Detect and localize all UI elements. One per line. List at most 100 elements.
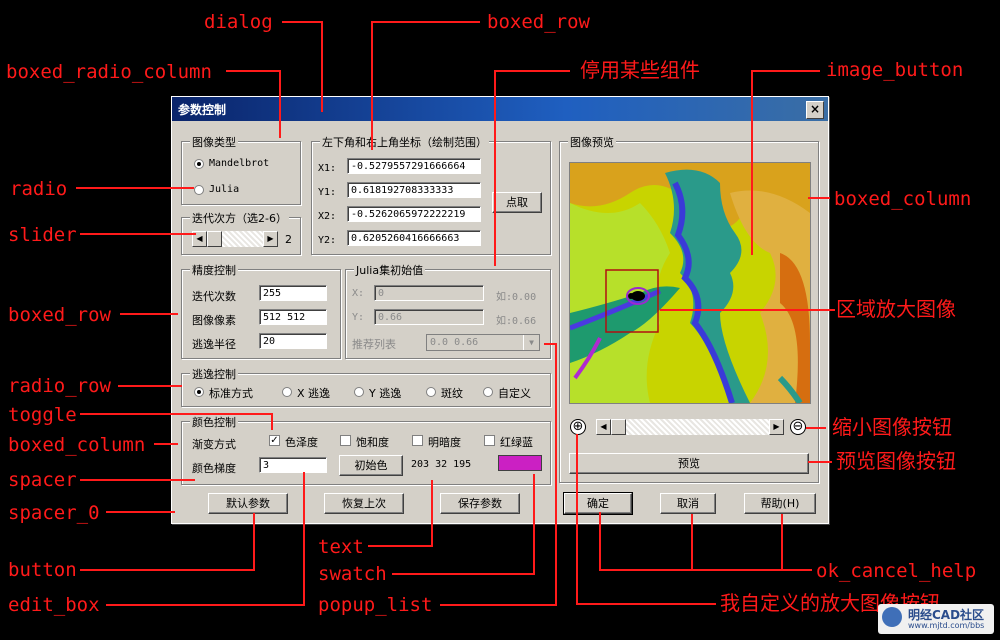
julia-y-input[interactable]: 0.66 [374, 309, 484, 325]
initial-color-button[interactable]: 初始色 [339, 455, 403, 476]
label-edit-box: edit_box [8, 594, 100, 616]
default-params-button[interactable]: 默认参数 [208, 493, 288, 514]
recommend-list-popup[interactable]: 0.0 0.66 ▼ [426, 334, 540, 351]
label-image-button: image_button [826, 59, 964, 81]
rgb-value-text: 203 32 195 [411, 459, 472, 470]
label-radio: radio [10, 178, 68, 200]
radio-stripe[interactable] [426, 387, 436, 397]
radio-custom[interactable] [483, 387, 493, 397]
radio-mandelbrot[interactable] [194, 159, 204, 169]
iteration-power-caption: 迭代次方（选2-6） [190, 210, 289, 226]
label-boxed-column-left: boxed_column [8, 434, 146, 456]
slider-left-arrow-icon[interactable]: ◀ [192, 231, 207, 247]
radio-julia-label: Julia [209, 184, 240, 195]
iteration-power-value: 2 [285, 233, 292, 246]
radio-standard[interactable] [194, 387, 204, 397]
color-swatch[interactable] [498, 455, 542, 471]
radio-julia[interactable] [194, 185, 204, 195]
gradient-step-input[interactable]: 3 [259, 457, 327, 473]
x2-input[interactable]: -0.5262065972222219 [347, 206, 481, 222]
julia-y-label: Y: [352, 312, 365, 323]
recommend-list-value: 0.0 0.66 [430, 337, 479, 348]
recommend-list-label: 推荐列表 [352, 338, 396, 351]
rgb-checkbox[interactable] [484, 435, 495, 446]
y1-label: Y1: [318, 187, 337, 198]
slider-thumb[interactable] [207, 231, 222, 247]
logo-badge-icon [882, 607, 902, 627]
label-button: button [8, 559, 77, 581]
preview-scrollbar[interactable]: ◀ ▶ [596, 419, 784, 435]
brightness-checkbox[interactable] [412, 435, 423, 446]
mandelbrot-image [570, 163, 810, 403]
julia-x-input[interactable]: 0 [374, 285, 484, 301]
dropdown-arrow-icon[interactable]: ▼ [523, 335, 539, 350]
radio-y-escape-label: Y 逃逸 [369, 387, 402, 400]
zoom-in-icon[interactable]: ⊕ [570, 419, 586, 435]
image-type-caption: 图像类型 [190, 134, 238, 150]
label-swatch: swatch [318, 563, 387, 585]
pixels-label: 图像像素 [192, 314, 236, 327]
saturation-label: 饱和度 [356, 436, 389, 449]
label-boxed-row-top: boxed_row [487, 11, 590, 33]
scroll-left-arrow-icon[interactable]: ◀ [596, 419, 611, 435]
radio-y-escape[interactable] [354, 387, 364, 397]
julia-y-hint: 如:0.66 [496, 316, 537, 327]
y2-input[interactable]: 0.6205260416666663 [347, 230, 481, 246]
brightness-label: 明暗度 [428, 436, 461, 449]
scroll-thumb[interactable] [611, 419, 626, 435]
help-button[interactable]: 帮助(H) [744, 493, 816, 514]
label-ok-cancel-help: ok_cancel_help [816, 560, 977, 582]
mjtd-logo: 明经CAD社区 www.mjtd.com/bbs [878, 604, 994, 634]
fractal-preview-image-button[interactable] [569, 162, 811, 404]
label-boxed-row-left: boxed_row [8, 304, 111, 326]
slider-right-arrow-icon[interactable]: ▶ [263, 231, 278, 247]
label-disable-some: 停用某些组件 [580, 58, 700, 82]
hue-checkbox[interactable]: ✓ [269, 435, 280, 446]
pixels-input[interactable]: 512 512 [259, 309, 327, 325]
save-params-button[interactable]: 保存参数 [440, 493, 520, 514]
zoom-out-icon[interactable]: ⊖ [790, 419, 806, 435]
precision-caption: 精度控制 [190, 262, 238, 278]
ok-button[interactable]: 确定 [563, 492, 633, 515]
close-button[interactable]: × [806, 101, 824, 119]
escape-caption: 逃逸控制 [190, 366, 238, 382]
y2-label: Y2: [318, 235, 337, 246]
preview-caption: 图像预览 [568, 134, 616, 150]
iterations-label: 迭代次数 [192, 290, 236, 303]
escape-radius-label: 逃逸半径 [192, 338, 236, 351]
x2-label: X2: [318, 211, 337, 222]
label-spacer-0: spacer_0 [8, 502, 100, 524]
escape-radius-input[interactable]: 20 [259, 333, 327, 349]
label-region-zoom: 区域放大图像 [836, 297, 956, 321]
julia-x-hint: 如:0.00 [496, 292, 537, 303]
iteration-power-group: 迭代次方（选2-6） ◀ ▶ 2 [181, 210, 301, 255]
radio-x-escape[interactable] [282, 387, 292, 397]
coordinates-caption: 左下角和右上角坐标（绘制范围） [320, 134, 489, 150]
precision-group: 精度控制 迭代次数 255 图像像素 512 512 逃逸半径 20 [181, 262, 341, 359]
iterations-input[interactable]: 255 [259, 285, 327, 301]
radio-standard-label: 标准方式 [209, 387, 253, 400]
logo-url: www.mjtd.com/bbs [908, 621, 985, 630]
gradient-step-label: 颜色梯度 [192, 462, 236, 475]
rgb-label: 红绿蓝 [500, 436, 533, 449]
preview-button[interactable]: 预览 [569, 453, 809, 474]
pick-button[interactable]: 点取 [492, 192, 542, 213]
label-radio-row: radio_row [8, 375, 111, 397]
label-popup-list: popup_list [318, 594, 433, 616]
iteration-power-slider[interactable]: ◀ ▶ [192, 231, 278, 247]
radio-x-escape-label: X 逃逸 [297, 387, 331, 400]
color-caption: 颜色控制 [190, 414, 238, 430]
saturation-checkbox[interactable] [340, 435, 351, 446]
cancel-button[interactable]: 取消 [660, 493, 716, 514]
label-zoom-out-button: 缩小图像按钮 [832, 415, 952, 439]
image-type-group: 图像类型 Mandelbrot Julia [181, 134, 301, 205]
y1-input[interactable]: 0.618192708333333 [347, 182, 481, 198]
restore-last-button[interactable]: 恢复上次 [324, 493, 404, 514]
radio-mandelbrot-label: Mandelbrot [209, 158, 270, 169]
title-bar[interactable]: 参数控制 × [172, 97, 828, 121]
dialog-title: 参数控制 [178, 103, 227, 117]
color-control-group: 颜色控制 渐变方式 ✓ 色泽度 饱和度 明暗度 红绿蓝 颜色梯度 3 初始色 2… [181, 414, 551, 485]
x1-input[interactable]: -0.5279557291666664 [347, 158, 481, 174]
label-boxed-radio-column: boxed_radio_column [6, 61, 212, 83]
scroll-right-arrow-icon[interactable]: ▶ [769, 419, 784, 435]
